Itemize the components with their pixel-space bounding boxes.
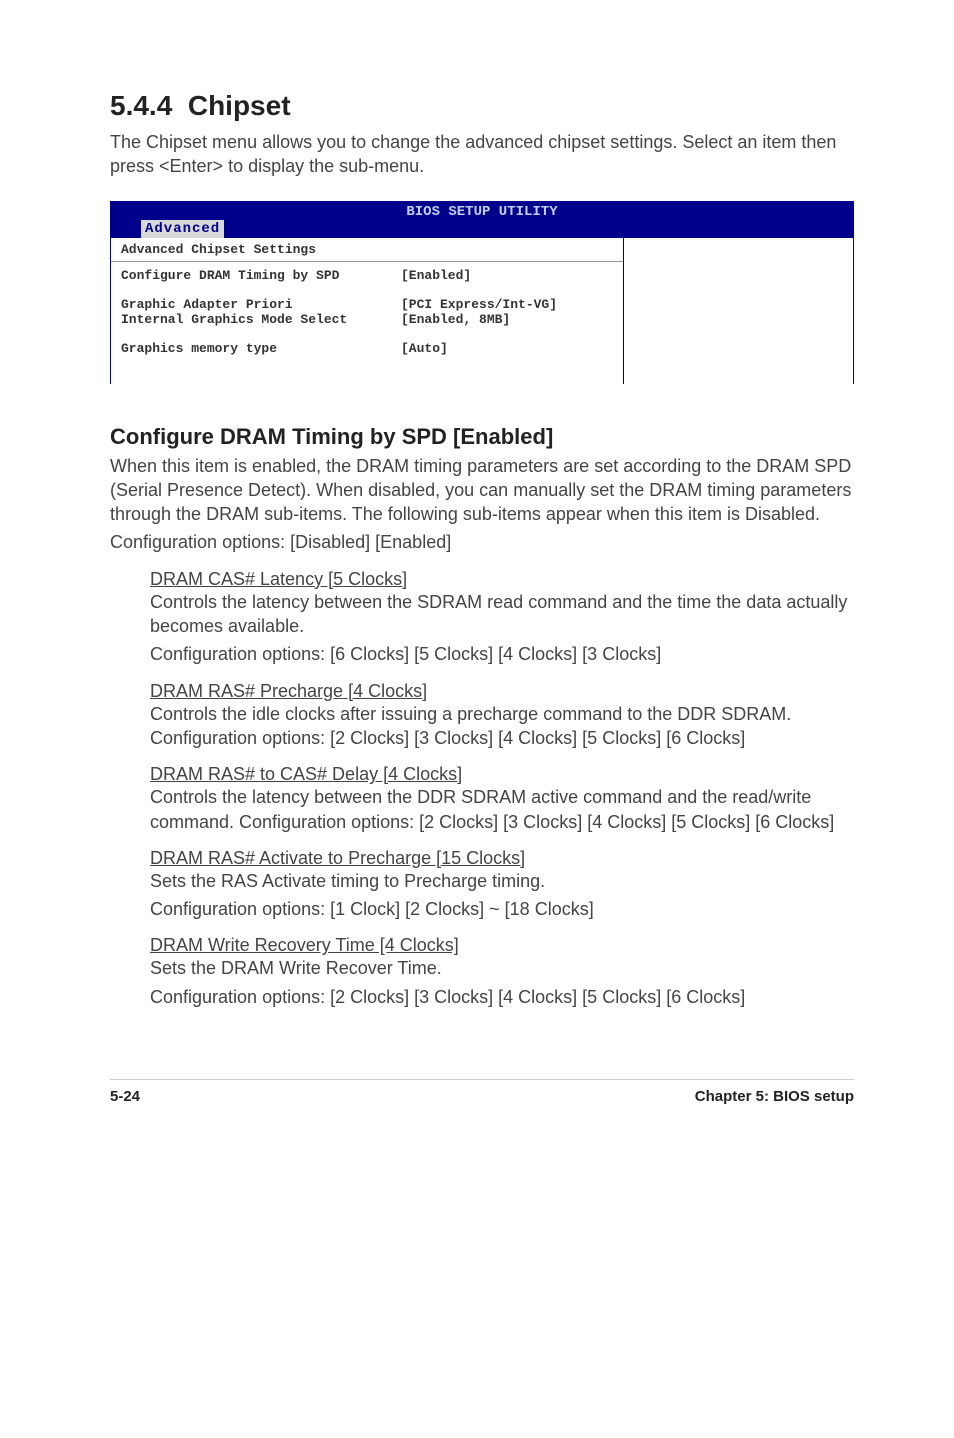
subitem-line: Controls the latency between the SDRAM r… [150, 590, 854, 639]
section-title: Chipset [188, 90, 291, 121]
bios-row: Internal Graphics Mode Select [Enabled, … [121, 312, 613, 327]
subitem-title: DRAM RAS# Precharge [4 Clocks] [150, 681, 854, 702]
bios-section-header: Advanced Chipset Settings [111, 238, 623, 262]
bios-row: Graphics memory type [Auto] [121, 341, 613, 356]
config-dram-heading: Configure DRAM Timing by SPD [Enabled] [110, 424, 854, 450]
bios-left-pane: Advanced Chipset Settings Configure DRAM… [111, 238, 624, 383]
bios-row-label: Graphics memory type [121, 341, 401, 356]
subitem-line: Controls the idle clocks after issuing a… [150, 702, 854, 751]
bios-row: Configure DRAM Timing by SPD [Enabled] [121, 268, 613, 283]
bios-utility-title: BIOS SETUP UTILITY [406, 204, 557, 220]
subitem-title: DRAM CAS# Latency [5 Clocks] [150, 569, 854, 590]
intro-text: The Chipset menu allows you to change th… [110, 130, 854, 179]
footer-page-number: 5-24 [110, 1088, 140, 1105]
subitem-line: Configuration options: [2 Clocks] [3 Clo… [150, 985, 854, 1009]
subitem-line: Sets the RAS Activate timing to Precharg… [150, 869, 854, 893]
subitem-line: Controls the latency between the DDR SDR… [150, 785, 854, 834]
subitem-title: DRAM RAS# Activate to Precharge [15 Cloc… [150, 848, 854, 869]
bios-row-label: Graphic Adapter Priori [121, 297, 401, 312]
section-heading: 5.4.4 Chipset [110, 90, 854, 122]
bios-right-pane [624, 238, 853, 383]
subitem-line: Configuration options: [6 Clocks] [5 Clo… [150, 642, 854, 666]
section-number: 5.4.4 [110, 90, 172, 121]
subitem-line: Sets the DRAM Write Recover Time. [150, 956, 854, 980]
page-footer: 5-24 Chapter 5: BIOS setup [110, 1079, 854, 1105]
config-dram-body: When this item is enabled, the DRAM timi… [110, 454, 854, 527]
config-dram-options: Configuration options: [Disabled] [Enabl… [110, 530, 854, 554]
bios-row-label: Configure DRAM Timing by SPD [121, 268, 401, 283]
footer-chapter: Chapter 5: BIOS setup [695, 1088, 854, 1105]
bios-row-value: [Enabled, 8MB] [401, 312, 613, 327]
bios-row-value: [Enabled] [401, 268, 613, 283]
bios-row-value: [PCI Express/Int-VG] [401, 297, 613, 312]
subitem-line: Configuration options: [1 Clock] [2 Cloc… [150, 897, 854, 921]
bios-row-label: Internal Graphics Mode Select [121, 312, 401, 327]
bios-row: Graphic Adapter Priori [PCI Express/Int-… [121, 297, 613, 312]
subitem-title: DRAM RAS# to CAS# Delay [4 Clocks] [150, 764, 854, 785]
bios-panel: BIOS SETUP UTILITY Advanced Advanced Chi… [110, 201, 854, 384]
bios-title-bar: BIOS SETUP UTILITY Advanced [111, 202, 853, 238]
subitem-title: DRAM Write Recovery Time [4 Clocks] [150, 935, 854, 956]
bios-row-value: [Auto] [401, 341, 613, 356]
bios-tab-advanced: Advanced [141, 220, 224, 238]
